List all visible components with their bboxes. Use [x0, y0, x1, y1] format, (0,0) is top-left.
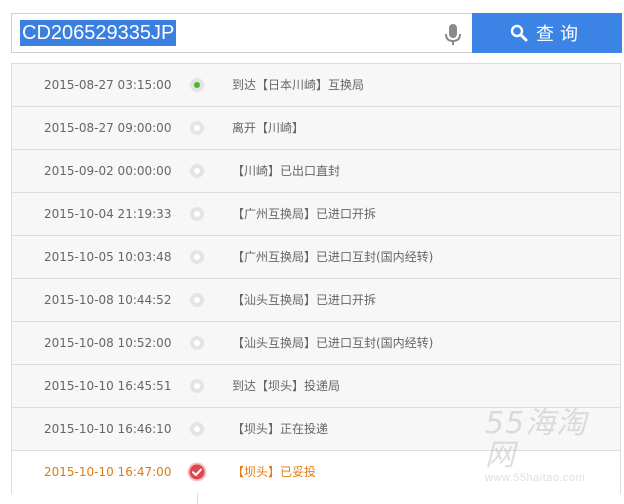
watermark-text: 55海淘网 — [485, 406, 588, 473]
event-time: 2015-10-05 10:03:48 — [44, 250, 172, 264]
event-time: 2015-10-08 10:52:00 — [44, 336, 172, 350]
event-status: 离开【川崎】 — [232, 121, 305, 135]
event-time: 2015-10-10 16:47:00 — [44, 465, 172, 479]
event-status: 到达【坝头】投递局 — [232, 379, 341, 393]
event-status: 【坝头】已妥投 — [232, 465, 317, 479]
timeline-row: 2015-10-05 10:03:48 【广州互换局】已进口互封(国内经转) — [12, 236, 620, 279]
timeline-row: 2015-10-08 10:52:00 【汕头互换局】已进口互封(国内经转) — [12, 322, 620, 365]
timeline-dot-icon — [190, 207, 204, 221]
search-button[interactable]: 查询 — [472, 13, 622, 53]
watermark-logo: 55海淘网 www.55haitao.com — [485, 408, 615, 485]
event-status: 【川崎】已出口直封 — [232, 164, 341, 178]
microphone-icon[interactable] — [444, 23, 462, 47]
timeline-row: 2015-08-27 09:00:00 离开【川崎】 — [12, 107, 620, 150]
search-button-label: 查询 — [536, 24, 584, 45]
timeline-row: 2015-10-08 10:44:52 【汕头互换局】已进口开拆 — [12, 279, 620, 322]
event-time: 2015-10-10 16:45:51 — [44, 379, 172, 393]
timeline-dot-icon — [190, 379, 204, 393]
timeline-dot-icon — [190, 336, 204, 350]
timeline-dot-icon — [190, 164, 204, 178]
watermark-url: www.55haitao.com — [485, 472, 586, 484]
search-box[interactable]: CD206529335JP — [11, 13, 474, 53]
event-time: 2015-10-04 21:19:33 — [44, 207, 172, 221]
search-icon — [510, 24, 528, 42]
timeline-row: 2015-10-04 21:19:33 【广州互换局】已进口开拆 — [12, 193, 620, 236]
timeline-dot-icon — [190, 293, 204, 307]
timeline-row: 2015-08-27 03:15:00 到达【日本川崎】互换局 — [12, 64, 620, 107]
event-status: 【汕头互换局】已进口互封(国内经转) — [232, 336, 434, 350]
event-time: 2015-08-27 03:15:00 — [44, 78, 172, 92]
delivered-check-icon — [187, 462, 207, 482]
event-time: 2015-09-02 00:00:00 — [44, 164, 172, 178]
search-input[interactable]: CD206529335JP — [20, 20, 177, 46]
event-status: 【坝头】正在投递 — [232, 422, 329, 436]
event-status: 到达【日本川崎】互换局 — [232, 78, 365, 92]
search-bar: CD206529335JP 查询 — [11, 13, 622, 53]
event-time: 2015-10-10 16:46:10 — [44, 422, 172, 436]
event-status: 【广州互换局】已进口互封(国内经转) — [232, 250, 434, 264]
event-status: 【汕头互换局】已进口开拆 — [232, 293, 377, 307]
event-status: 【广州互换局】已进口开拆 — [232, 207, 377, 221]
timeline-row: 2015-09-02 00:00:00 【川崎】已出口直封 — [12, 150, 620, 193]
event-time: 2015-08-27 09:00:00 — [44, 121, 172, 135]
timeline-row: 2015-10-10 16:45:51 到达【坝头】投递局 — [12, 365, 620, 408]
start-marker-icon — [190, 78, 204, 92]
event-time: 2015-10-08 10:44:52 — [44, 293, 172, 307]
timeline-dot-icon — [190, 422, 204, 436]
timeline-dot-icon — [190, 250, 204, 264]
timeline-dot-icon — [190, 121, 204, 135]
